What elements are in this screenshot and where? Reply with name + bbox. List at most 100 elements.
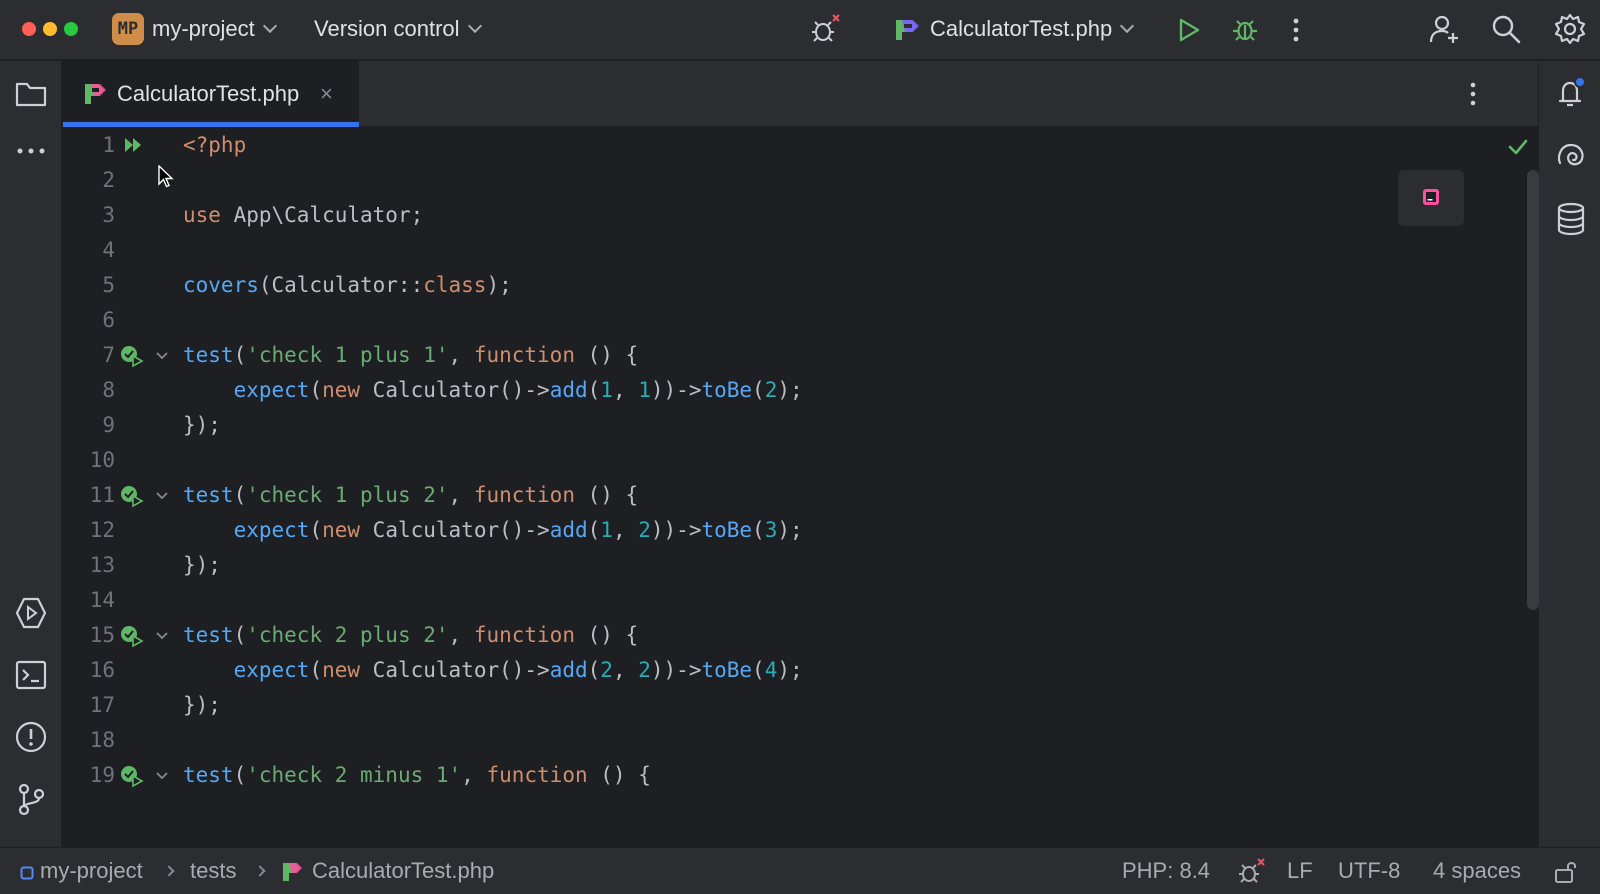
- code-token: });: [183, 693, 221, 717]
- run-icon[interactable]: [1176, 16, 1202, 44]
- code-token: App\Calculator;: [234, 203, 424, 227]
- database-icon[interactable]: [1555, 201, 1587, 237]
- ai-assistant-icon[interactable]: [1554, 139, 1588, 173]
- project-badge[interactable]: MP: [112, 13, 144, 45]
- no-problems-check-icon[interactable]: [1507, 137, 1529, 157]
- code-text: test('check 1 plus 2', function () {: [183, 478, 638, 513]
- indent-settings[interactable]: 4 spaces: [1433, 848, 1521, 894]
- code-token: new: [322, 658, 373, 682]
- code-token: (: [752, 378, 765, 402]
- code-token: ))->: [651, 378, 702, 402]
- code-token: ,: [613, 658, 638, 682]
- test-passed-run-icon[interactable]: [119, 484, 145, 508]
- code-token: );: [777, 658, 802, 682]
- line-number: 2: [63, 163, 115, 198]
- editor-scrollbar-thumb[interactable]: [1527, 170, 1539, 610]
- line-number: 15: [63, 618, 115, 653]
- debug-status-icon[interactable]: [1236, 856, 1266, 886]
- search-icon[interactable]: [1490, 13, 1522, 45]
- code-line[interactable]: 12 expect(new Calculator()->add(1, 2))->…: [63, 513, 1538, 548]
- code-line[interactable]: 3use App\Calculator;: [63, 198, 1538, 233]
- code-line[interactable]: 7test('check 1 plus 1', function () {: [63, 338, 1538, 373]
- read-only-lock-icon[interactable]: [1553, 859, 1579, 885]
- code-token: });: [183, 413, 221, 437]
- line-number: 6: [63, 303, 115, 338]
- version-control-menu[interactable]: Version control: [314, 0, 480, 60]
- breadcrumb-file[interactable]: CalculatorTest.php: [312, 848, 494, 894]
- run-all-tests-icon[interactable]: [123, 134, 145, 156]
- code-token: () {: [575, 343, 638, 367]
- notifications-bell-icon[interactable]: [1553, 75, 1589, 111]
- code-line[interactable]: 6: [63, 303, 1538, 338]
- close-window-button[interactable]: [22, 22, 36, 36]
- code-editor[interactable]: 1<?php23use App\Calculator;45covers(Calc…: [63, 128, 1538, 806]
- code-line[interactable]: 16 expect(new Calculator()->add(2, 2))->…: [63, 653, 1538, 688]
- code-line[interactable]: 8 expect(new Calculator()->add(1, 1))->t…: [63, 373, 1538, 408]
- code-token: [183, 658, 234, 682]
- project-switcher[interactable]: my-project: [152, 0, 275, 60]
- code-line[interactable]: 10: [63, 443, 1538, 478]
- debug-error-icon[interactable]: [808, 12, 842, 46]
- problems-icon[interactable]: [13, 719, 49, 755]
- fold-chevron-icon[interactable]: [154, 347, 170, 363]
- code-line[interactable]: 13});: [63, 548, 1538, 583]
- git-branch-icon[interactable]: [15, 781, 47, 817]
- code-token: test: [183, 483, 234, 507]
- code-token: Calculator()->: [373, 518, 550, 542]
- php-language-level[interactable]: PHP: 8.4: [1122, 848, 1210, 894]
- code-line[interactable]: 11test('check 1 plus 2', function () {: [63, 478, 1538, 513]
- tab-calculator-test[interactable]: CalculatorTest.php ×: [63, 61, 359, 127]
- settings-gear-icon[interactable]: [1553, 12, 1587, 46]
- terminal-icon[interactable]: [14, 659, 48, 691]
- debug-icon[interactable]: [1230, 14, 1260, 44]
- status-bar: my-project tests CalculatorTest.php PHP:…: [0, 847, 1600, 894]
- code-line[interactable]: 17});: [63, 688, 1538, 723]
- code-token: new: [322, 378, 373, 402]
- code-line[interactable]: 9});: [63, 408, 1538, 443]
- breadcrumb-separator-icon: [165, 848, 173, 894]
- test-passed-run-icon[interactable]: [119, 624, 145, 648]
- file-encoding[interactable]: UTF-8: [1338, 848, 1400, 894]
- code-token: (: [309, 518, 322, 542]
- code-token: ))->: [651, 518, 702, 542]
- code-line[interactable]: 19test('check 2 minus 1', function () {: [63, 758, 1538, 793]
- code-line[interactable]: 18: [63, 723, 1538, 758]
- code-line[interactable]: 5covers(Calculator::class);: [63, 268, 1538, 303]
- code-token: (: [752, 658, 765, 682]
- code-line[interactable]: 1<?php: [63, 128, 1538, 163]
- code-token: 'check 1 plus 1': [246, 343, 448, 367]
- minimize-window-button[interactable]: [43, 22, 57, 36]
- code-token: expect: [234, 518, 310, 542]
- line-number: 5: [63, 268, 115, 303]
- code-line[interactable]: 2: [63, 163, 1538, 198]
- code-token: toBe: [701, 378, 752, 402]
- code-line[interactable]: 4: [63, 233, 1538, 268]
- zoom-window-button[interactable]: [64, 22, 78, 36]
- code-line[interactable]: 14: [63, 583, 1538, 618]
- line-number: 17: [63, 688, 115, 723]
- more-vertical-icon[interactable]: [1291, 16, 1301, 44]
- code-token: 2: [638, 518, 651, 542]
- line-number: 9: [63, 408, 115, 443]
- close-tab-icon[interactable]: ×: [320, 61, 333, 127]
- project-folder-icon[interactable]: [14, 79, 48, 109]
- fold-chevron-icon[interactable]: [154, 627, 170, 643]
- code-token: ,: [449, 483, 474, 507]
- code-token: Calculator()->: [373, 658, 550, 682]
- breadcrumb-folder[interactable]: tests: [190, 848, 236, 894]
- test-passed-run-icon[interactable]: [119, 764, 145, 788]
- test-passed-run-icon[interactable]: [119, 344, 145, 368]
- services-run-icon[interactable]: [14, 596, 48, 630]
- run-configuration-selector[interactable]: CalculatorTest.php: [930, 0, 1132, 60]
- floating-toolbar[interactable]: [1398, 170, 1464, 226]
- breadcrumb-project[interactable]: my-project: [40, 848, 143, 894]
- phpstorm-icon: [1422, 188, 1440, 206]
- line-separator[interactable]: LF: [1287, 848, 1313, 894]
- tab-options-more-icon[interactable]: [1468, 81, 1478, 107]
- fold-chevron-icon[interactable]: [154, 767, 170, 783]
- code-line[interactable]: 15test('check 2 plus 2', function () {: [63, 618, 1538, 653]
- add-user-icon[interactable]: [1428, 12, 1462, 46]
- more-tool-windows-icon[interactable]: [15, 146, 47, 156]
- code-token: 3: [765, 518, 778, 542]
- fold-chevron-icon[interactable]: [154, 487, 170, 503]
